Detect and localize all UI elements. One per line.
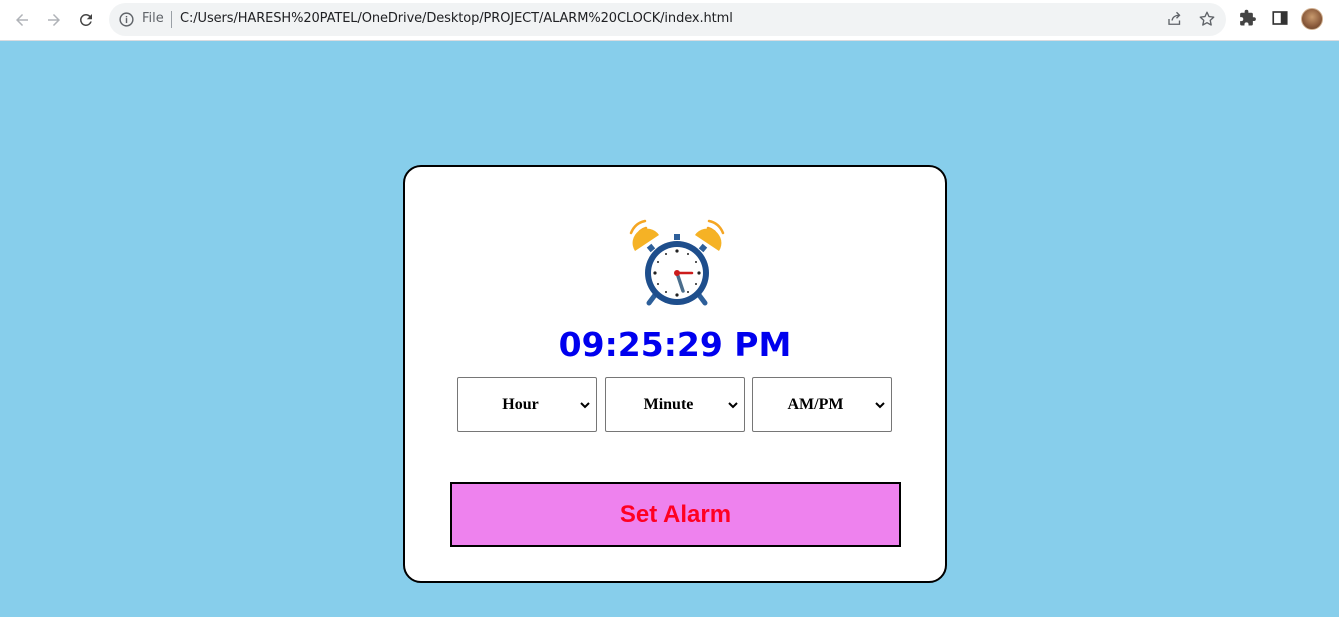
minute-select[interactable]: Minute xyxy=(605,377,745,432)
alarm-card: 09:25:29 PM Hour Minute AM/PM Set Alarm xyxy=(403,165,947,583)
back-arrow-icon[interactable] xyxy=(10,8,34,32)
address-separator xyxy=(171,11,172,28)
hour-select-label: Hour xyxy=(502,396,539,413)
side-panel-icon[interactable] xyxy=(1271,9,1289,27)
address-bar[interactable]: File C:/Users/HARESH%20PATEL/OneDrive/De… xyxy=(109,3,1226,36)
file-label: File xyxy=(142,11,164,26)
share-icon[interactable] xyxy=(1166,10,1184,28)
info-icon[interactable] xyxy=(118,11,135,28)
set-alarm-button[interactable]: Set Alarm xyxy=(450,482,901,547)
reload-icon[interactable] xyxy=(74,8,98,32)
browser-toolbar: File C:/Users/HARESH%20PATEL/OneDrive/De… xyxy=(0,0,1339,41)
chevron-down-icon xyxy=(580,402,590,409)
chevron-down-icon xyxy=(728,402,738,409)
ampm-select[interactable]: AM/PM xyxy=(752,377,892,432)
ampm-select-label: AM/PM xyxy=(787,396,844,413)
minute-select-label: Minute xyxy=(643,396,694,413)
extensions-icon[interactable] xyxy=(1239,9,1257,27)
url-text[interactable]: C:/Users/HARESH%20PATEL/OneDrive/Desktop… xyxy=(180,11,733,26)
profile-avatar[interactable] xyxy=(1301,8,1323,30)
chevron-down-icon xyxy=(875,402,885,409)
alarm-time-selects: Hour Minute AM/PM xyxy=(457,377,897,433)
star-icon[interactable] xyxy=(1198,10,1216,28)
forward-arrow-icon[interactable] xyxy=(42,8,66,32)
current-time: 09:25:29 PM xyxy=(558,325,792,364)
hour-select[interactable]: Hour xyxy=(457,377,597,432)
alarm-clock-icon xyxy=(629,219,725,306)
